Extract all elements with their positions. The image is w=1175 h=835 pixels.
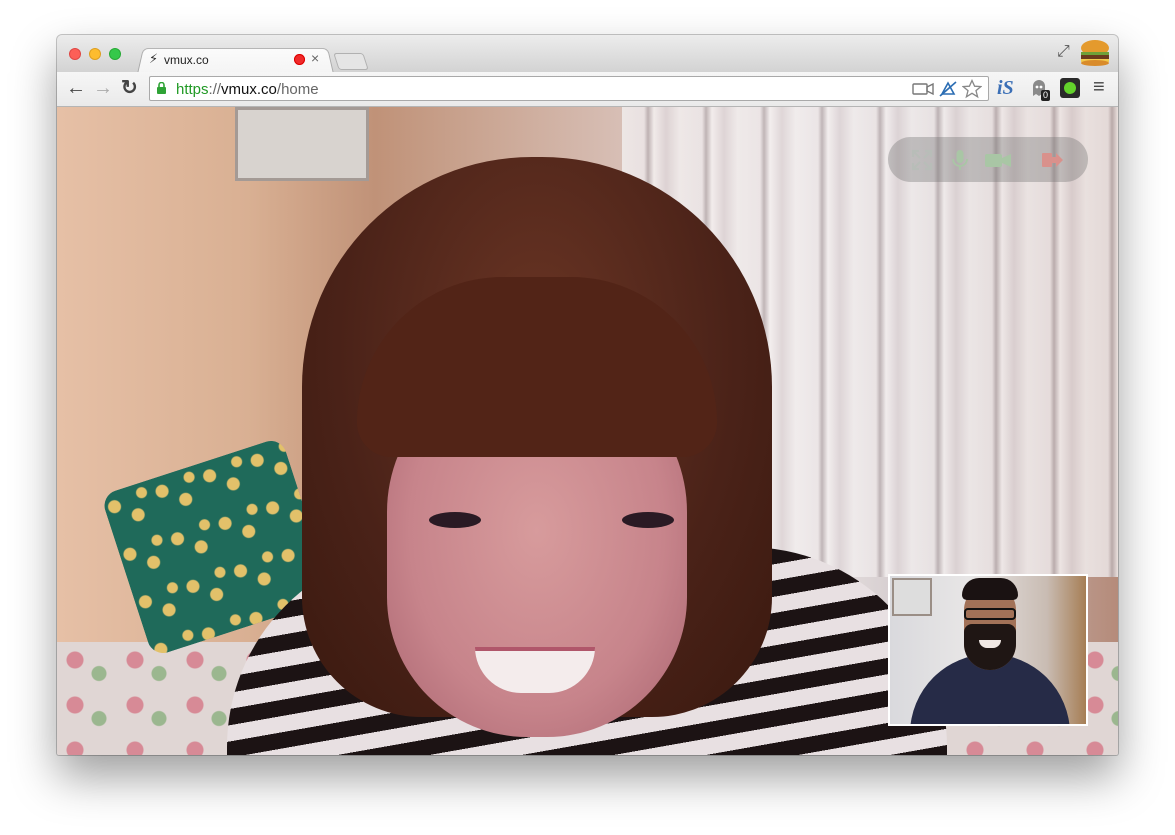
expand-icon[interactable]: [910, 148, 934, 172]
omnibox-actions: [912, 79, 982, 99]
maximize-window-button[interactable]: [109, 48, 121, 60]
tab-close-button[interactable]: ×: [311, 50, 319, 66]
address-bar[interactable]: https://vmux.co/home: [149, 76, 989, 101]
pip-wall-frame: [892, 578, 932, 616]
local-person-hair: [962, 578, 1018, 600]
ghost-badge-count: 0: [1041, 90, 1051, 101]
forward-button[interactable]: →: [93, 77, 113, 99]
recording-indicator-icon: [294, 54, 305, 65]
tab-title: vmux.co: [164, 53, 209, 67]
new-tab-button[interactable]: [333, 53, 369, 70]
title-bar: ⚡︎ vmux.co × ⤢: [57, 35, 1118, 74]
reload-button[interactable]: ↻: [121, 77, 138, 99]
browser-window: ⚡︎ vmux.co × ⤢ ← → ↻ https://vmux.co/hom…: [57, 35, 1118, 755]
leave-call-icon[interactable]: [1040, 148, 1064, 172]
menu-icon[interactable]: ≡: [1093, 76, 1105, 98]
remote-person-left-eye: [429, 512, 481, 528]
lock-icon: [157, 82, 166, 94]
tab-content[interactable]: ⚡︎ vmux.co ×: [145, 48, 330, 72]
bookmark-star-icon[interactable]: [962, 79, 982, 99]
ghost-extension[interactable]: 0: [1029, 78, 1051, 101]
camera-icon[interactable]: [984, 148, 1012, 172]
is-extension-icon[interactable]: iS: [997, 77, 1014, 99]
profile-avatar-icon[interactable]: [1079, 39, 1111, 67]
close-window-button[interactable]: [69, 48, 81, 60]
camera-in-use-icon[interactable]: [912, 81, 934, 97]
video-call-area: [57, 107, 1118, 755]
microphone-icon[interactable]: [948, 148, 972, 172]
wall-picture-frame: [235, 107, 369, 181]
local-video-preview[interactable]: [888, 574, 1088, 726]
remote-person-right-eye: [622, 512, 674, 528]
call-controls: [888, 137, 1088, 182]
url-scheme: https: [176, 81, 209, 98]
browser-toolbar: ← → ↻ https://vmux.co/home iS 0 ≡: [57, 72, 1118, 107]
url-path: /home: [276, 81, 319, 98]
back-button[interactable]: ←: [66, 77, 86, 99]
block-extension-icon[interactable]: [938, 80, 958, 98]
url-text: https://vmux.co/home: [176, 81, 319, 98]
url-separator: ://: [208, 81, 222, 98]
fullscreen-icon[interactable]: ⤢: [1057, 43, 1070, 61]
green-dot-extension-icon[interactable]: [1060, 78, 1080, 98]
minimize-window-button[interactable]: [89, 48, 101, 60]
local-person-glasses: [964, 608, 1016, 620]
url-host: vmux.co: [221, 81, 277, 98]
bolt-icon: ⚡︎: [149, 51, 159, 66]
